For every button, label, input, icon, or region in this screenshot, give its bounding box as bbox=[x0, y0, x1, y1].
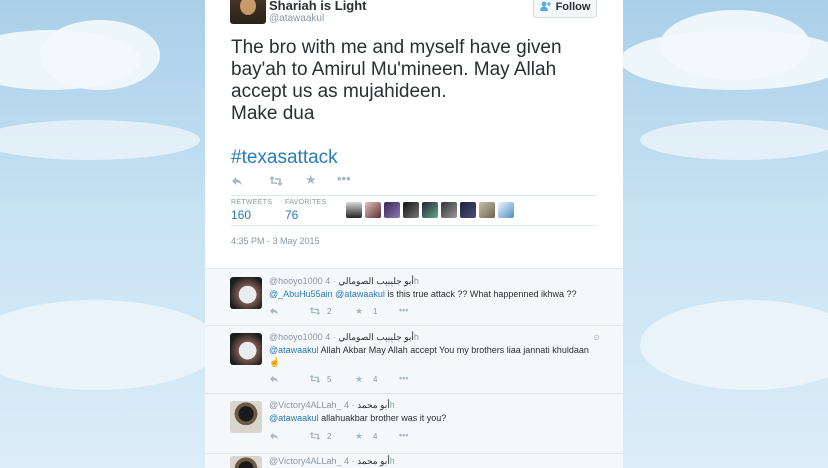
add-user-icon bbox=[539, 0, 552, 14]
list-item[interactable]: @Victory4ALLah_ أبو محمد · 4h bbox=[205, 454, 623, 468]
tweet-header: Shariah is Light @atawaakul Follow bbox=[205, 0, 623, 30]
retweets-count[interactable]: 160 bbox=[231, 208, 251, 222]
retweet-icon[interactable] bbox=[309, 307, 321, 317]
retweet-count: 2 bbox=[327, 307, 332, 316]
display-name[interactable]: Shariah is Light bbox=[269, 0, 367, 13]
reply-text: @_AbuHu55ain @atawaakul is this true att… bbox=[269, 288, 599, 300]
reply-handle[interactable]: @hooyo1000 bbox=[269, 332, 323, 342]
reply-display-name[interactable]: أبو محمد bbox=[357, 456, 390, 466]
divider bbox=[231, 195, 597, 196]
more-icon[interactable]: ••• bbox=[337, 171, 351, 186]
reply-icon[interactable] bbox=[269, 375, 279, 385]
star-icon[interactable]: ★ bbox=[355, 431, 363, 442]
tweet-text: The bro with me and myself have given ba… bbox=[231, 37, 562, 124]
reply-handle[interactable]: @Victory4ALLah_ bbox=[269, 456, 342, 466]
reply-text: @atawaakul Allah Akbar May Allah accept … bbox=[269, 344, 599, 368]
chevron-down-icon[interactable]: ⊙ bbox=[593, 333, 600, 342]
avatar[interactable] bbox=[441, 202, 457, 218]
tweet-card: Shariah is Light @atawaakul Follow The b… bbox=[205, 0, 623, 468]
list-item[interactable]: @hooyo1000 أبو جليبيب الصومالي · 4h @_Ab… bbox=[205, 269, 623, 326]
reply-handle[interactable]: @hooyo1000 bbox=[269, 276, 323, 286]
reply-text: @atawaakul allahuakbar brother was it yo… bbox=[269, 412, 599, 424]
follow-label: Follow bbox=[555, 1, 591, 13]
more-icon[interactable]: ••• bbox=[399, 373, 408, 383]
star-icon[interactable]: ★ bbox=[355, 306, 363, 317]
hashtag-link[interactable]: #texasattack bbox=[231, 147, 338, 169]
reply-meta: @Victory4ALLah_ أبو محمد · 4h bbox=[269, 456, 395, 467]
favorites-count[interactable]: 76 bbox=[285, 208, 298, 222]
more-icon[interactable]: ••• bbox=[399, 305, 408, 315]
reply-display-name[interactable]: أبو جليبيب الصومالي bbox=[338, 332, 414, 342]
favorite-count: 4 bbox=[373, 375, 378, 384]
avatar[interactable] bbox=[230, 401, 262, 433]
reply-icon[interactable] bbox=[231, 174, 243, 189]
avatar[interactable] bbox=[365, 202, 381, 218]
favorites-label: FAVORITES bbox=[285, 199, 327, 206]
avatar[interactable] bbox=[403, 202, 419, 218]
divider bbox=[231, 225, 597, 226]
replies-list: @hooyo1000 أبو جليبيب الصومالي · 4h @_Ab… bbox=[205, 268, 623, 468]
mention-link[interactable]: @atawaakul bbox=[269, 413, 319, 423]
favorite-count: 1 bbox=[373, 307, 378, 316]
cloud bbox=[660, 10, 810, 80]
reply-body: allahuakbar brother was it you? bbox=[318, 413, 447, 423]
user-handle[interactable]: @atawaakul bbox=[269, 13, 324, 24]
reply-body: Allah Akbar May Allah accept You my brot… bbox=[318, 345, 589, 355]
avatar[interactable] bbox=[230, 277, 262, 309]
reply-icon[interactable] bbox=[269, 307, 279, 317]
retweet-icon[interactable] bbox=[309, 375, 321, 385]
mention-link[interactable]: @_AbuHu55ain @atawaakul bbox=[269, 289, 385, 299]
reply-display-name[interactable]: أبو محمد bbox=[357, 400, 390, 410]
retweets-label: RETWEETS bbox=[231, 199, 273, 206]
favorite-count: 4 bbox=[373, 432, 378, 441]
cloud bbox=[40, 20, 160, 90]
reply-icon[interactable] bbox=[269, 432, 279, 442]
list-item[interactable]: ⊙ @hooyo1000 أبو جليبيب الصومالي · 4h @a… bbox=[205, 326, 623, 394]
avatar[interactable] bbox=[460, 202, 476, 218]
avatar[interactable] bbox=[230, 456, 262, 468]
mention-link[interactable]: @atawaakul bbox=[269, 345, 319, 355]
cloud bbox=[640, 120, 828, 160]
avatar[interactable] bbox=[346, 202, 362, 218]
reply-body: is this true attack ?? What happenned ik… bbox=[384, 289, 577, 299]
favoriters-avatars bbox=[346, 202, 514, 218]
more-icon[interactable]: ••• bbox=[399, 430, 408, 440]
tweet-timestamp[interactable]: 4:35 PM - 3 May 2015 bbox=[231, 236, 320, 246]
reply-display-name[interactable]: أبو جليبيب الصومالي bbox=[338, 276, 414, 286]
avatar[interactable] bbox=[422, 202, 438, 218]
avatar[interactable] bbox=[230, 0, 266, 24]
list-item[interactable]: @Victory4ALLah_ أبو محمد · 4h @atawaakul… bbox=[205, 394, 623, 454]
avatar[interactable] bbox=[479, 202, 495, 218]
star-icon[interactable]: ★ bbox=[355, 374, 363, 385]
avatar[interactable] bbox=[230, 333, 262, 365]
retweet-icon[interactable] bbox=[269, 174, 283, 189]
reply-meta: @hooyo1000 أبو جليبيب الصومالي · 4h bbox=[269, 276, 419, 287]
retweet-count: 5 bbox=[327, 375, 332, 384]
retweet-count: 2 bbox=[327, 432, 332, 441]
reply-handle[interactable]: @Victory4ALLah_ bbox=[269, 400, 342, 410]
reply-meta: @hooyo1000 أبو جليبيب الصومالي · 4h bbox=[269, 332, 419, 343]
star-icon[interactable]: ★ bbox=[305, 172, 317, 188]
avatar[interactable] bbox=[498, 202, 514, 218]
follow-button[interactable]: Follow bbox=[533, 0, 597, 18]
pointing-up-icon: ☝ bbox=[269, 357, 281, 367]
retweet-icon[interactable] bbox=[309, 432, 321, 442]
avatar[interactable] bbox=[384, 202, 400, 218]
reply-meta: @Victory4ALLah_ أبو محمد · 4h bbox=[269, 400, 395, 411]
